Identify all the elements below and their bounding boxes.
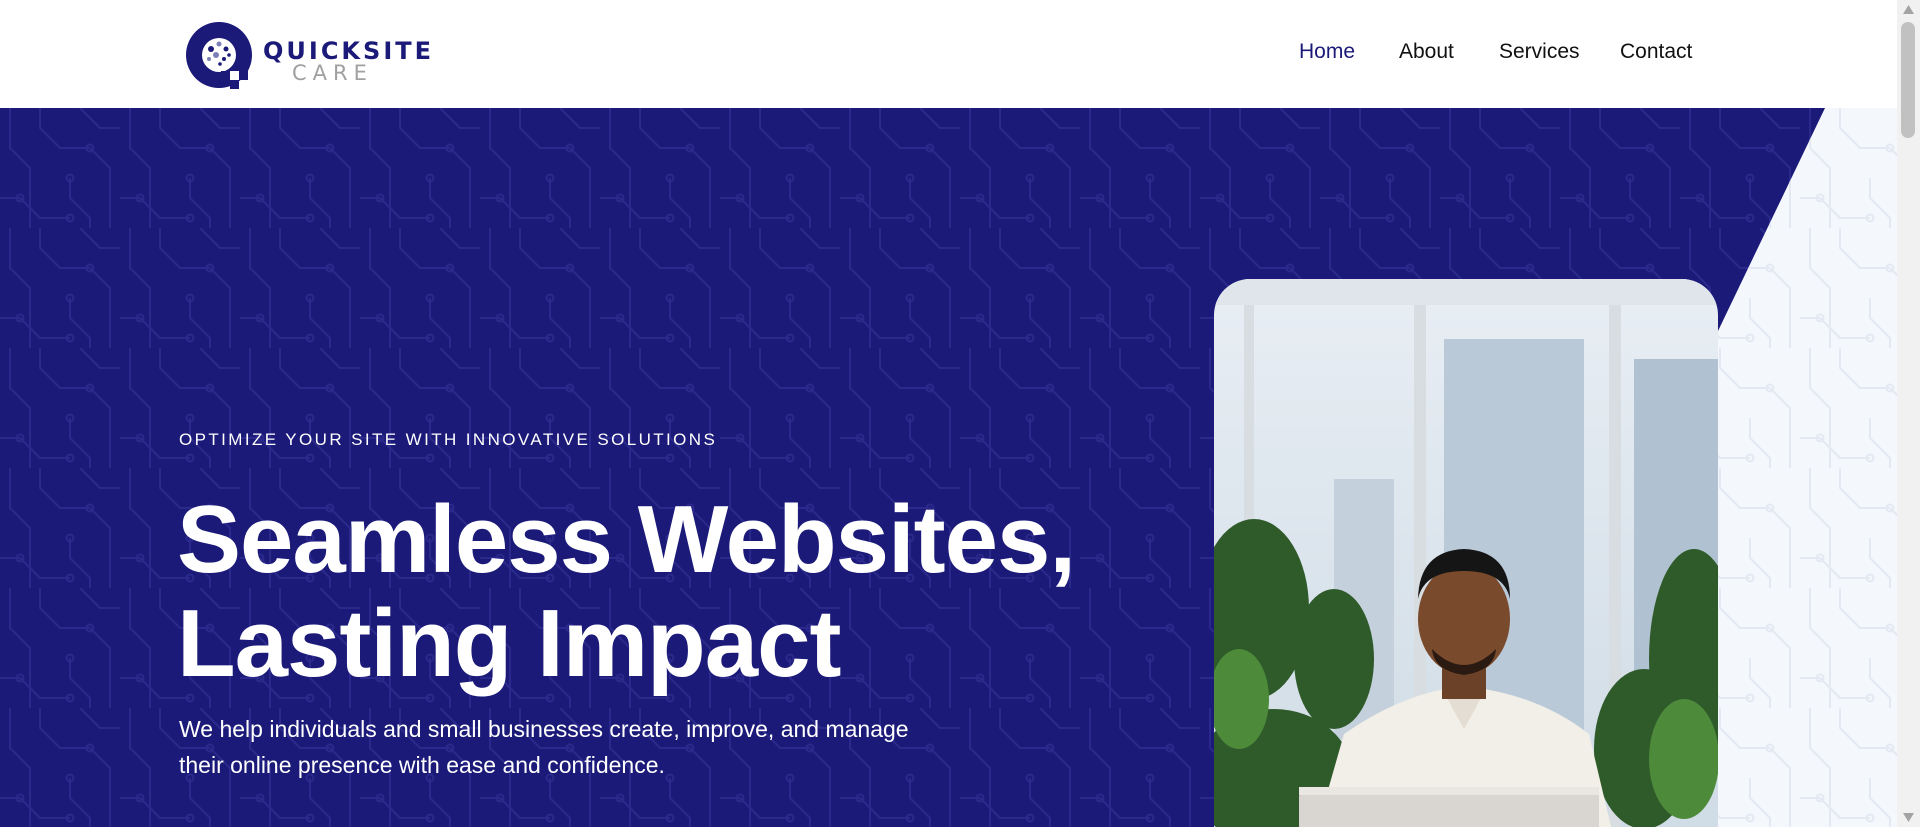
hero-section: OPTIMIZE YOUR SITE WITH INNOVATIVE SOLUT…: [0, 108, 1897, 827]
hero-description: We help individuals and small businesses…: [179, 711, 969, 783]
hero-headline: Seamless Websites, Lasting Impact: [177, 486, 1076, 697]
page-scrollbar[interactable]: [1897, 0, 1920, 827]
scrollbar-thumb[interactable]: [1901, 22, 1915, 138]
logo-wordmark-secondary: CARE: [292, 61, 373, 85]
hero-description-line1: We help individuals and small businesses…: [179, 716, 909, 742]
logo-mark-icon: [186, 22, 252, 89]
man-at-laptop-photo-icon: [1214, 279, 1718, 827]
scroll-down-arrow-icon[interactable]: [1897, 807, 1920, 827]
hero-headline-line2: Lasting Impact: [177, 590, 841, 697]
quicksite-care-logo[interactable]: QUICKSITE CARE: [183, 19, 431, 91]
main-nav: Home About Services Contact: [1299, 40, 1699, 70]
hero-eyebrow: OPTIMIZE YOUR SITE WITH INNOVATIVE SOLUT…: [179, 430, 718, 449]
hero-photo: [1214, 279, 1718, 827]
nav-item-home[interactable]: Home: [1299, 40, 1355, 64]
hero-headline-line1: Seamless Websites,: [177, 486, 1076, 593]
site-header: QUICKSITE CARE Home About Services Conta…: [0, 0, 1897, 108]
scroll-up-arrow-icon[interactable]: [1897, 0, 1920, 20]
nav-item-about[interactable]: About: [1399, 40, 1454, 64]
hero-description-line2: their online presence with ease and conf…: [179, 752, 665, 778]
nav-item-services[interactable]: Services: [1499, 40, 1580, 64]
nav-item-contact[interactable]: Contact: [1620, 40, 1692, 64]
